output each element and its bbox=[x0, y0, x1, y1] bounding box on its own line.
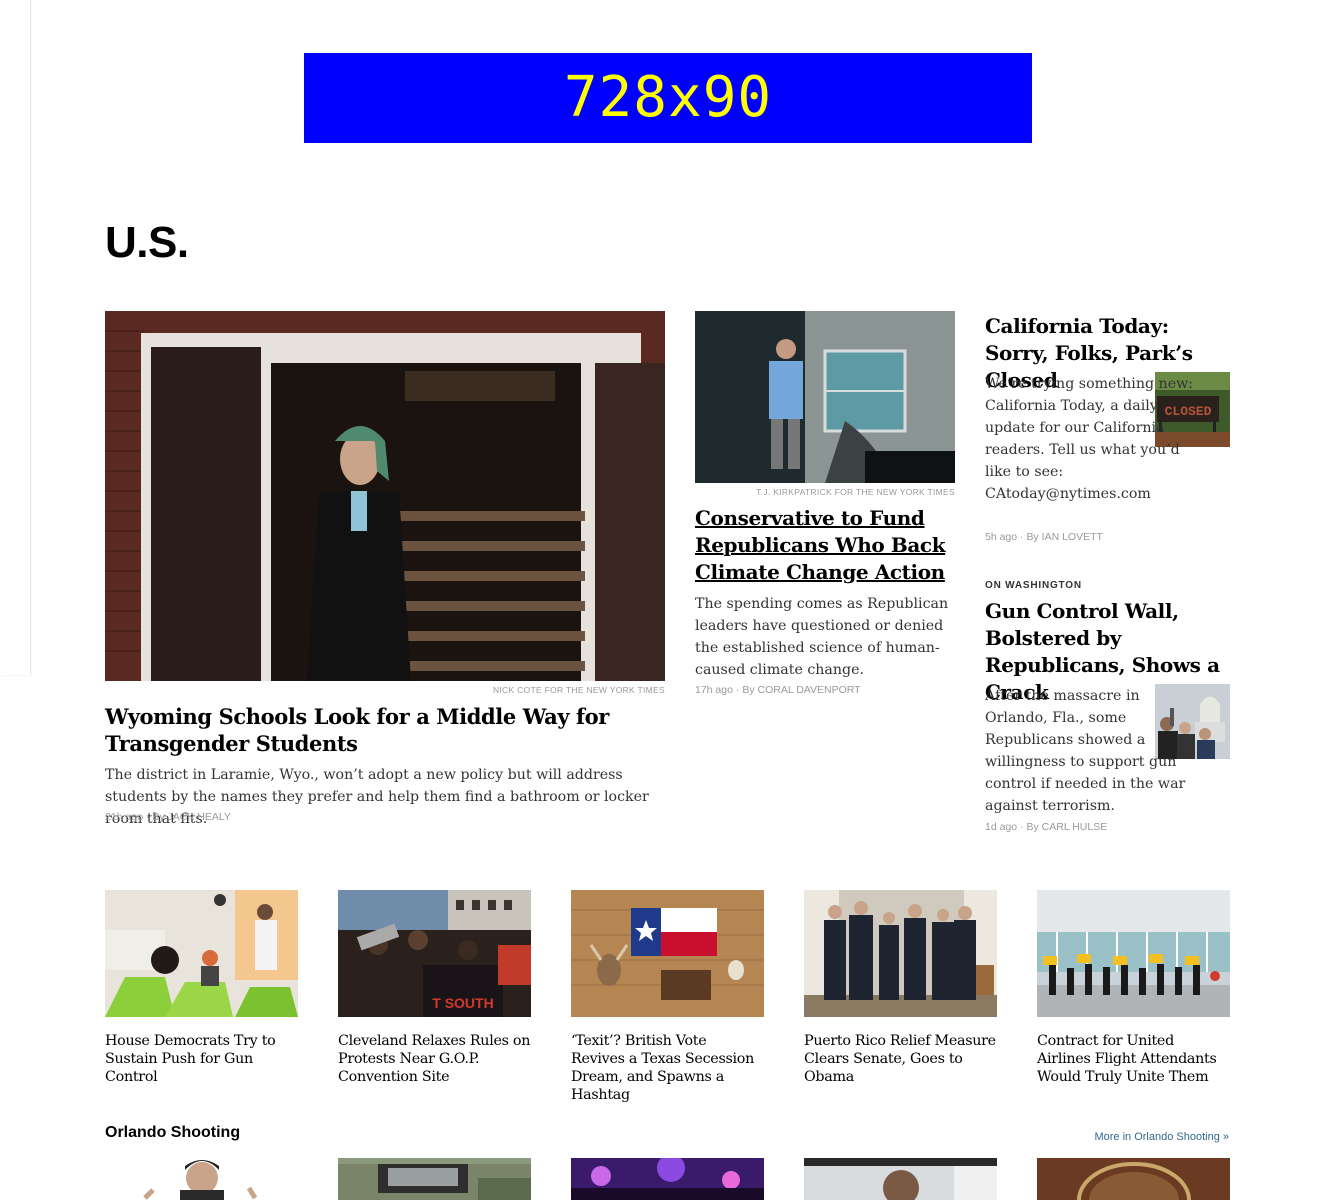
orlando-story-photo[interactable] bbox=[571, 1158, 764, 1200]
row-story-photo[interactable] bbox=[1037, 890, 1230, 1017]
row-story-headline[interactable]: Contract for United Airlines Flight Atte… bbox=[1037, 1032, 1230, 1086]
gun-time: 1d ago bbox=[985, 821, 1018, 833]
gun-kicker[interactable]: ON WASHINGTON bbox=[985, 580, 1082, 591]
svg-text:T SOUTH: T SOUTH bbox=[432, 995, 493, 1011]
row-story-photo[interactable] bbox=[105, 890, 298, 1017]
second-story-photo[interactable] bbox=[695, 311, 955, 483]
second-byline: 17h ago · By CORAL DAVENPORT bbox=[695, 684, 861, 696]
gun-summary: After the massacre in Orlando, Fla., som… bbox=[985, 688, 1186, 814]
orlando-story-photo[interactable] bbox=[1037, 1158, 1230, 1200]
second-time: 17h ago bbox=[695, 684, 733, 696]
section-title: U.S. bbox=[105, 218, 189, 267]
lead-by: By bbox=[152, 811, 165, 823]
row-story-headline[interactable]: ‘Texit’? British Vote Revives a Texas Se… bbox=[571, 1032, 764, 1104]
lead-headline[interactable]: Wyoming Schools Look for a Middle Way fo… bbox=[105, 703, 665, 757]
lead-author[interactable]: JACK HEALY bbox=[168, 811, 231, 823]
california-summary: We’re trying something new: California T… bbox=[985, 376, 1194, 502]
california-by: By bbox=[1026, 531, 1039, 543]
row-story-headline[interactable]: Cleveland Relaxes Rules on Protests Near… bbox=[338, 1032, 531, 1086]
lead-byline: 21h ago · By JACK HEALY bbox=[105, 811, 231, 823]
lead-story-photo[interactable] bbox=[105, 311, 665, 681]
gun-author[interactable]: CARL HULSE bbox=[1042, 821, 1108, 833]
orlando-story-photo[interactable] bbox=[338, 1158, 531, 1200]
california-byline: 5h ago · By IAN LOVETT bbox=[985, 531, 1103, 543]
orlando-story-photo[interactable] bbox=[804, 1158, 997, 1200]
gun-by: By bbox=[1026, 821, 1039, 833]
more-orlando-link[interactable]: More in Orlando Shooting » bbox=[1094, 1131, 1229, 1143]
lead-photo-credit: NICK COTE FOR THE NEW YORK TIMES bbox=[492, 685, 665, 695]
california-author[interactable]: IAN LOVETT bbox=[1042, 531, 1103, 543]
california-time: 5h ago bbox=[985, 531, 1018, 543]
row-story-photo[interactable] bbox=[571, 890, 764, 1017]
row-story-headline[interactable]: House Democrats Try to Sustain Push for … bbox=[105, 1032, 298, 1086]
second-summary: The spending comes as Republican leaders… bbox=[695, 596, 949, 678]
gun-byline: 1d ago · By CARL HULSE bbox=[985, 821, 1108, 833]
row-story-photo[interactable]: T SOUTH bbox=[338, 890, 531, 1017]
row-story-headline[interactable]: Puerto Rico Relief Measure Clears Senate… bbox=[804, 1032, 997, 1086]
orlando-story-photo[interactable] bbox=[105, 1158, 298, 1200]
second-author[interactable]: CORAL DAVENPORT bbox=[758, 684, 861, 696]
left-edge-panel bbox=[0, 0, 30, 675]
second-headline[interactable]: Conservative to Fund Republicans Who Bac… bbox=[695, 505, 957, 586]
second-by: By bbox=[742, 684, 755, 696]
orlando-section-title[interactable]: Orlando Shooting bbox=[105, 1124, 240, 1142]
second-photo-credit: T.J. KIRKPATRICK FOR THE NEW YORK TIMES bbox=[756, 487, 955, 497]
row-story-photo[interactable] bbox=[804, 890, 997, 1017]
ad-banner[interactable]: 728x90 bbox=[304, 53, 1032, 143]
lead-time: 21h ago bbox=[105, 811, 143, 823]
